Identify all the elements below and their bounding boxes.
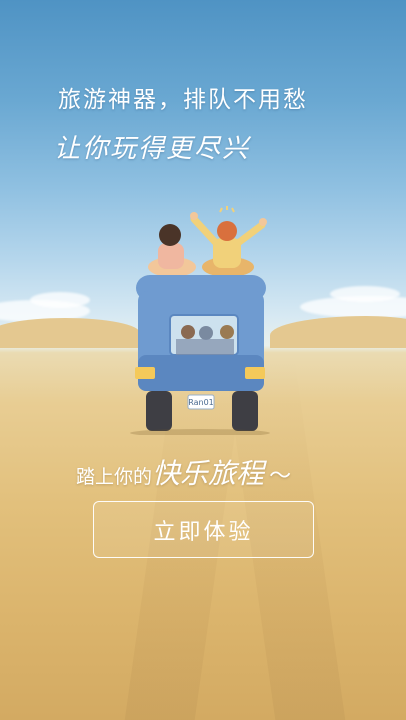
sand-dune xyxy=(0,318,140,348)
passenger-body xyxy=(158,243,184,269)
tail-light xyxy=(245,367,265,379)
tagline-highlight: 快乐旅程 xyxy=(152,457,265,490)
license-plate-text: Ran01 xyxy=(188,398,214,407)
wheel xyxy=(232,391,258,431)
cloud xyxy=(30,292,90,308)
sand-dune xyxy=(270,316,406,348)
wheel xyxy=(146,391,172,431)
cloud xyxy=(330,286,400,302)
tagline-prefix: 踏上你的 xyxy=(76,466,153,488)
subline: 让你玩得更尽兴 xyxy=(54,134,251,164)
splash-screen: 旅游神器，排队不用愁 让你玩得更尽兴 Ran01 踏上你的快乐旅程 ～ 立即体验 xyxy=(0,0,406,720)
try-now-button[interactable]: 立即体验 xyxy=(93,501,314,558)
tagline: 踏上你的快乐旅程 ～ xyxy=(76,452,291,492)
passenger-head xyxy=(217,221,237,241)
tagline-suffix: ～ xyxy=(269,464,292,489)
tail-light xyxy=(135,367,155,379)
passenger-head xyxy=(159,224,181,246)
travelers-truck-illustration: Ran01 xyxy=(130,206,270,435)
headline: 旅游神器，排队不用愁 xyxy=(58,87,308,113)
